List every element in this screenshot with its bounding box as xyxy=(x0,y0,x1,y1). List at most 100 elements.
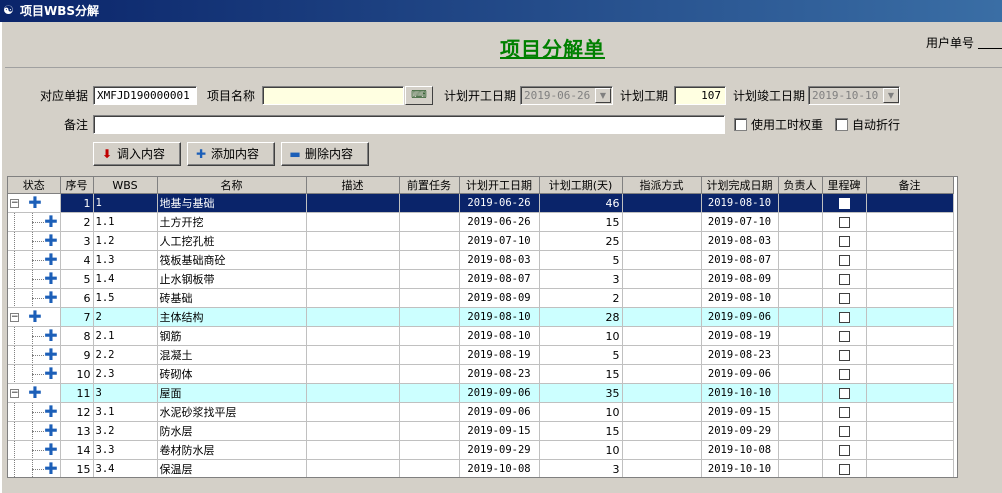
row-state-cell[interactable]: ✚ xyxy=(8,345,61,365)
column-header[interactable]: 计划完成日期 xyxy=(701,177,779,194)
predecessor-cell[interactable] xyxy=(399,231,460,251)
remark-cell[interactable] xyxy=(866,231,954,251)
assign-mode-cell[interactable] xyxy=(622,326,702,346)
plan-start-cell[interactable]: 2019-08-03 xyxy=(459,250,540,270)
column-header[interactable]: 前置任务 xyxy=(399,177,460,194)
milestone-checkbox[interactable] xyxy=(838,236,850,247)
owner-cell[interactable] xyxy=(778,402,823,422)
owner-cell[interactable] xyxy=(778,250,823,270)
name-cell[interactable]: 止水钢板带 xyxy=(157,269,307,289)
remark-cell[interactable] xyxy=(866,212,954,232)
predecessor-cell[interactable] xyxy=(399,288,460,308)
predecessor-cell[interactable] xyxy=(399,345,460,365)
remark-cell[interactable] xyxy=(866,383,954,403)
name-cell[interactable]: 保温层 xyxy=(157,459,307,477)
assign-mode-cell[interactable] xyxy=(622,269,702,289)
predecessor-cell[interactable] xyxy=(399,250,460,270)
wbs-cell[interactable]: 2 xyxy=(93,307,158,327)
plan-end-cell[interactable]: 2019-08-07 xyxy=(701,250,779,270)
plan-start-cell[interactable]: 2019-08-19 xyxy=(459,345,540,365)
assign-mode-cell[interactable] xyxy=(622,231,702,251)
owner-cell[interactable] xyxy=(778,212,823,232)
plan-end-cell[interactable]: 2019-09-15 xyxy=(701,402,779,422)
plan-start-cell[interactable]: 2019-10-08 xyxy=(459,459,540,477)
plan-end-cell[interactable]: 2019-09-29 xyxy=(701,421,779,441)
plan-start-dropdown[interactable]: ▼ xyxy=(595,88,611,103)
doc-field[interactable]: XMFJD190000001 xyxy=(93,86,197,105)
plan-end-cell[interactable]: 2019-08-09 xyxy=(701,269,779,289)
predecessor-cell[interactable] xyxy=(399,212,460,232)
milestone-checkbox[interactable] xyxy=(838,331,850,342)
assign-mode-cell[interactable] xyxy=(622,193,702,213)
assign-mode-cell[interactable] xyxy=(622,402,702,422)
owner-cell[interactable] xyxy=(778,364,823,384)
duration-cell[interactable]: 5 xyxy=(539,345,623,365)
name-cell[interactable]: 土方开挖 xyxy=(157,212,307,232)
plan-end-cell[interactable]: 2019-08-10 xyxy=(701,288,779,308)
description-cell[interactable] xyxy=(306,212,400,232)
plan-start-cell[interactable]: 2019-09-06 xyxy=(459,402,540,422)
predecessor-cell[interactable] xyxy=(399,440,460,460)
collapse-toggle-icon[interactable]: − xyxy=(10,199,19,208)
plan-start-cell[interactable]: 2019-08-10 xyxy=(459,307,540,327)
owner-cell[interactable] xyxy=(778,326,823,346)
seq-cell[interactable]: 8 xyxy=(60,326,94,346)
predecessor-cell[interactable] xyxy=(399,402,460,422)
remark-cell[interactable] xyxy=(866,288,954,308)
collapse-toggle-icon[interactable]: − xyxy=(10,313,19,322)
column-header[interactable]: 里程碑 xyxy=(822,177,867,194)
table-row[interactable]: ✚ 4 1.3 筏板基础商砼 2019-08-03 5 2019-08-07 xyxy=(8,250,954,270)
table-row[interactable]: ✚ 2 1.1 土方开挖 2019-06-26 15 2019-07-10 xyxy=(8,212,954,232)
duration-cell[interactable]: 35 xyxy=(539,383,623,403)
table-row[interactable]: ✚ 8 2.1 钢筋 2019-08-10 10 2019-08-19 xyxy=(8,326,954,346)
owner-cell[interactable] xyxy=(778,383,823,403)
assign-mode-cell[interactable] xyxy=(622,459,702,477)
duration-cell[interactable]: 15 xyxy=(539,212,623,232)
column-header[interactable]: 序号 xyxy=(60,177,94,194)
wbs-cell[interactable]: 2.2 xyxy=(93,345,158,365)
column-header[interactable]: 状态 xyxy=(8,177,61,194)
milestone-cell[interactable] xyxy=(822,459,867,477)
description-cell[interactable] xyxy=(306,402,400,422)
table-row[interactable]: ✚ 5 1.4 止水钢板带 2019-08-07 3 2019-08-09 xyxy=(8,269,954,289)
column-header[interactable]: 描述 xyxy=(306,177,400,194)
seq-cell[interactable]: 6 xyxy=(60,288,94,308)
wbs-grid[interactable]: 状态 序号 WBS 名称 描述 前置任务 计划开工日期 计划工期(天) 指派方式 计划完成日期 负责… xyxy=(7,176,958,478)
milestone-cell[interactable] xyxy=(822,440,867,460)
owner-cell[interactable] xyxy=(778,345,823,365)
table-row[interactable]: ✚ 3 1.2 人工挖孔桩 2019-07-10 25 2019-08-03 xyxy=(8,231,954,251)
table-row[interactable]: ✚ 14 3.3 卷材防水层 2019-09-29 10 2019-10-08 xyxy=(8,440,954,460)
remark-cell[interactable] xyxy=(866,326,954,346)
milestone-cell[interactable] xyxy=(822,250,867,270)
assign-mode-cell[interactable] xyxy=(622,383,702,403)
plan-end-cell[interactable]: 2019-09-06 xyxy=(701,364,779,384)
plan-end-cell[interactable]: 2019-08-10 xyxy=(701,193,779,213)
predecessor-cell[interactable] xyxy=(399,364,460,384)
delete-button[interactable]: ▬ 删除内容 xyxy=(281,142,369,166)
remark-field[interactable] xyxy=(93,115,725,134)
user-no-field[interactable] xyxy=(978,48,1002,49)
seq-cell[interactable]: 1 xyxy=(60,193,94,213)
assign-mode-cell[interactable] xyxy=(622,212,702,232)
assign-mode-cell[interactable] xyxy=(622,250,702,270)
remark-cell[interactable] xyxy=(866,440,954,460)
seq-cell[interactable]: 12 xyxy=(60,402,94,422)
description-cell[interactable] xyxy=(306,459,400,477)
remark-cell[interactable] xyxy=(866,250,954,270)
description-cell[interactable] xyxy=(306,421,400,441)
milestone-cell[interactable] xyxy=(822,345,867,365)
description-cell[interactable] xyxy=(306,364,400,384)
row-state-cell[interactable]: ✚ xyxy=(8,250,61,270)
plan-end-cell[interactable]: 2019-08-19 xyxy=(701,326,779,346)
milestone-checkbox[interactable] xyxy=(838,464,850,475)
predecessor-cell[interactable] xyxy=(399,193,460,213)
window-titlebar[interactable]: ☯ 项目WBS分解 xyxy=(0,0,1002,22)
remark-cell[interactable] xyxy=(866,364,954,384)
wbs-cell[interactable]: 1.3 xyxy=(93,250,158,270)
duration-cell[interactable]: 3 xyxy=(539,269,623,289)
name-cell[interactable]: 筏板基础商砼 xyxy=(157,250,307,270)
wbs-cell[interactable]: 3.3 xyxy=(93,440,158,460)
description-cell[interactable] xyxy=(306,288,400,308)
row-state-cell[interactable]: ✚ xyxy=(8,459,61,477)
predecessor-cell[interactable] xyxy=(399,326,460,346)
